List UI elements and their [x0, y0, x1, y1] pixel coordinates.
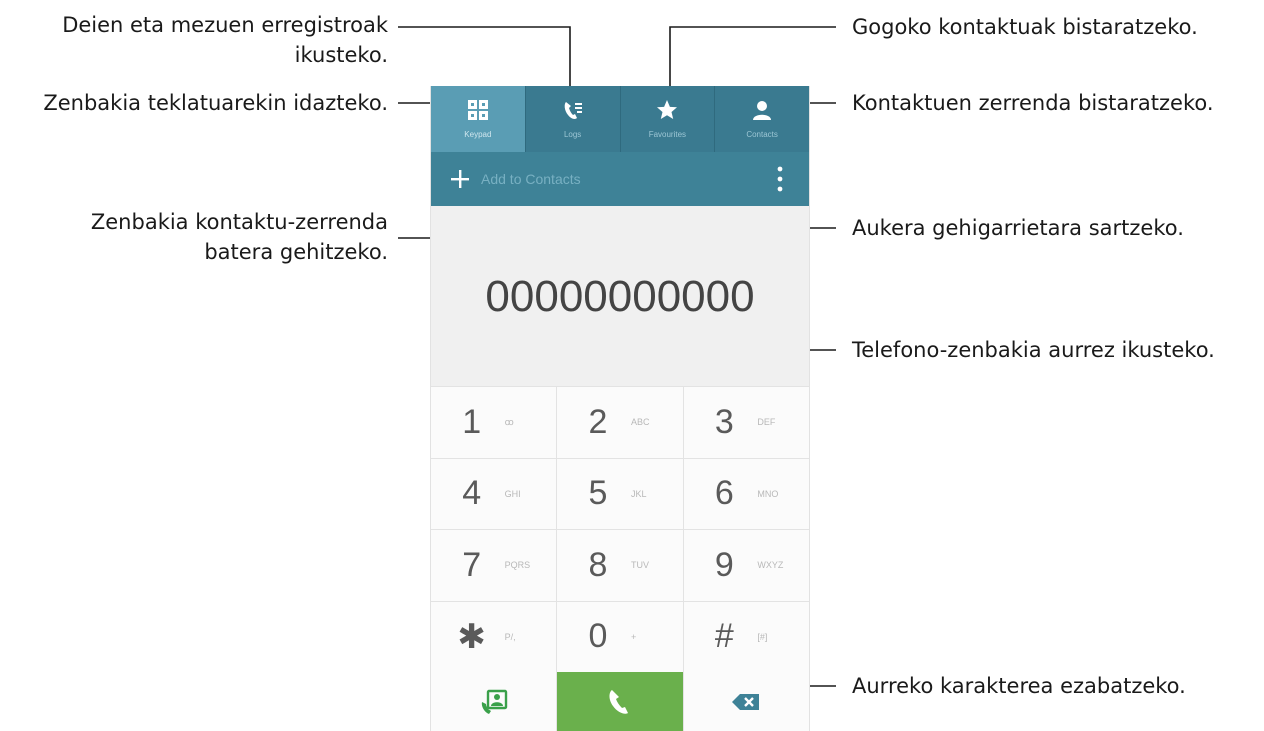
key-letters: PQRS — [504, 560, 531, 571]
add-to-contacts-button[interactable]: Add to Contacts — [481, 171, 581, 187]
action-bar: Add to Contacts — [431, 152, 809, 206]
overflow-menu-icon[interactable] — [777, 166, 783, 192]
key-8[interactable]: 8 TUV — [557, 530, 683, 601]
key-letters: DEF — [757, 417, 776, 428]
number-display-area: 00000000000 — [431, 206, 809, 386]
key-0[interactable]: 0 + — [557, 601, 683, 672]
annotation-add-line1: Zenbakia kontaktu-zerrenda — [90, 210, 388, 234]
key-hash[interactable]: # [#] — [683, 601, 809, 672]
key-letters: WXYZ — [757, 560, 784, 571]
plus-icon[interactable] — [449, 168, 471, 190]
backspace-icon — [732, 693, 760, 710]
tab-favourites[interactable]: Favourites — [621, 86, 716, 152]
tab-keypad[interactable]: Keypad — [431, 86, 526, 152]
key-2[interactable]: 2 ABC — [557, 387, 683, 458]
tab-favourites-label: Favourites — [648, 130, 687, 139]
key-digit: 6 — [714, 474, 734, 513]
call-button[interactable] — [557, 672, 683, 731]
key-digit: 4 — [462, 474, 482, 513]
call-log-icon — [564, 102, 582, 119]
annotation-delete: Aurreko karakterea ezabatzeko. — [852, 674, 1186, 698]
key-digit: 8 — [588, 545, 608, 584]
star-icon — [657, 100, 678, 119]
annotation-add-line2: batera gehitzeko. — [204, 240, 388, 264]
key-digit: 7 — [462, 545, 482, 584]
phone-number-display: 00000000000 — [485, 272, 755, 321]
video-call-button[interactable] — [431, 672, 557, 731]
annotation-logs: Deien eta mezuen erregistroak ikusteko. — [62, 10, 388, 70]
key-digit: ✱ — [457, 617, 486, 656]
key-letters: TUV — [630, 560, 649, 571]
key-1[interactable]: 1ꝏ — [431, 387, 557, 458]
annotation-more-options: Aukera gehigarrietara sartzeko. — [852, 216, 1184, 240]
key-7[interactable]: 7 PQRS — [431, 530, 557, 601]
key-9[interactable]: 9 WXYZ — [683, 530, 809, 601]
key-digit: # — [714, 617, 734, 656]
tab-keypad-label: Keypad — [464, 130, 492, 139]
key-5[interactable]: 5 JKL — [557, 458, 683, 529]
key-star[interactable]: ✱ P/, — [431, 601, 557, 672]
key-3[interactable]: 3 DEF — [683, 387, 809, 458]
annotation-favourites: Gogoko kontaktuak bistaratzeko. — [852, 15, 1198, 39]
key-4[interactable]: 4 GHI — [431, 458, 557, 529]
phone-dialer-screen: Keypad Logs Favourites Contacts Add to C… — [430, 86, 810, 731]
key-digit: 3 — [714, 402, 734, 441]
annotation-logs-line1: Deien eta mezuen erregistroak — [62, 13, 388, 37]
tab-contacts[interactable]: Contacts — [715, 86, 809, 152]
delete-button[interactable] — [683, 672, 809, 731]
key-digit: 5 — [588, 474, 608, 513]
annotation-keypad: Zenbakia teklatuarekin idazteko. — [43, 91, 388, 115]
key-digit: 2 — [588, 402, 608, 441]
keypad-icon — [467, 100, 488, 120]
key-letters: MNO — [757, 488, 779, 499]
key-letters: ꝏ — [504, 416, 514, 427]
key-digit: 1 — [462, 402, 482, 441]
key-letters: P/, — [504, 631, 516, 642]
annotation-contacts: Kontaktuen zerrenda bistaratzeko. — [852, 91, 1214, 115]
tab-contacts-label: Contacts — [746, 130, 778, 139]
key-letters: [#] — [757, 631, 768, 642]
person-icon — [753, 101, 772, 120]
tab-logs[interactable]: Logs — [526, 86, 621, 152]
phone-icon — [609, 689, 628, 714]
tab-bar: Keypad Logs Favourites Contacts — [431, 86, 809, 152]
dial-keypad: 1ꝏ 2 ABC 3 DEF 4 GHI 5 JKL 6 MNO 7 PQRS 8 TUV 9… — [431, 386, 809, 672]
key-letters: JKL — [630, 488, 647, 499]
annotation-preview: Telefono-zenbakia aurrez ikusteko. — [852, 338, 1215, 362]
annotation-logs-line2: ikusteko. — [294, 43, 388, 67]
key-6[interactable]: 6 MNO — [683, 458, 809, 529]
key-letters: + — [630, 631, 637, 642]
annotation-add: Zenbakia kontaktu-zerrenda batera gehitz… — [91, 207, 388, 267]
tab-logs-label: Logs — [563, 130, 582, 139]
key-digit: 0 — [588, 617, 608, 656]
key-digit: 9 — [714, 545, 734, 584]
key-letters: ABC — [630, 417, 650, 428]
dialer-bottom-row — [431, 672, 809, 731]
video-call-icon — [481, 689, 507, 714]
key-letters: GHI — [504, 488, 521, 499]
